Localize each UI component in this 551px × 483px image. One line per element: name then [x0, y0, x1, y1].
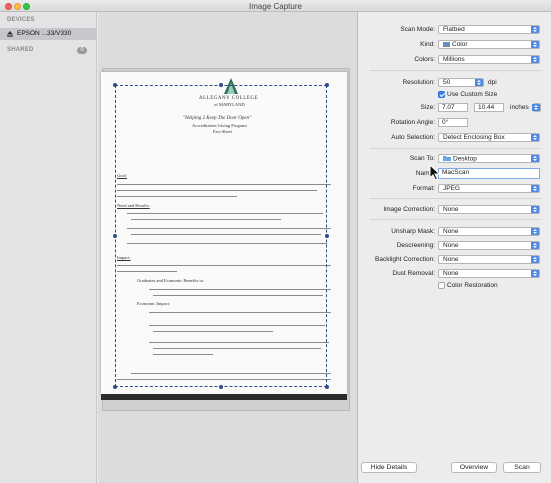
auto-selection-label: Auto Selection:	[391, 134, 435, 141]
popup-arrows-icon	[475, 79, 483, 86]
image-correction-label: Image Correction:	[383, 206, 435, 213]
size-unit-popup[interactable]	[532, 103, 541, 112]
resolution-combo[interactable]: 50	[438, 78, 484, 87]
dust-removal-label: Dust Removal:	[392, 270, 435, 277]
size-label: Size:	[420, 104, 435, 111]
popup-arrows-icon	[531, 56, 539, 63]
dust-removal-popup[interactable]: None	[438, 269, 540, 278]
popup-arrows-icon	[531, 228, 539, 235]
scan-to-label: Scan To:	[409, 155, 435, 162]
selection-handle-top-right[interactable]	[325, 83, 329, 87]
popup-arrows-icon	[531, 155, 539, 162]
rotation-angle-field[interactable]: 0°	[438, 118, 468, 127]
overview-button[interactable]: Overview	[451, 462, 497, 473]
color-restoration-checkbox[interactable]	[438, 282, 445, 289]
scanner-edge	[101, 394, 347, 400]
shared-count-badge: 0	[77, 47, 87, 54]
image-correction-popup[interactable]: None	[438, 205, 540, 214]
size-height-field[interactable]: 10.44	[474, 103, 504, 112]
popup-arrows-icon	[531, 41, 539, 48]
format-label: Format:	[412, 185, 435, 192]
popup-arrows-icon	[531, 256, 539, 263]
folder-icon	[443, 156, 451, 161]
selection-handle-right[interactable]	[325, 234, 329, 238]
selection-handle-bottom-right[interactable]	[325, 385, 329, 389]
resolution-label: Resolution:	[402, 79, 435, 86]
scan-to-popup[interactable]: Desktop	[438, 154, 540, 163]
window-title: Image Capture	[249, 2, 302, 11]
color-swatch-icon	[443, 41, 450, 47]
separator	[370, 219, 541, 220]
separator	[370, 148, 541, 149]
scan-mode-label: Scan Mode:	[400, 26, 435, 33]
devices-header: DEVICES	[7, 17, 35, 23]
color-restoration-label: Color Restoration	[447, 282, 498, 289]
popup-arrows-icon	[532, 104, 540, 111]
scan-mode-popup[interactable]: Flatbed	[438, 25, 540, 34]
scan-button[interactable]: Scan	[503, 462, 541, 473]
unsharp-mask-popup[interactable]: None	[438, 227, 540, 236]
eject-icon[interactable]	[6, 30, 14, 38]
hide-details-button[interactable]: Hide Details	[361, 462, 417, 473]
colors-label: Colors:	[414, 56, 435, 63]
use-custom-size-checkbox[interactable]	[438, 91, 445, 98]
popup-arrows-icon	[531, 206, 539, 213]
use-custom-size-label: Use Custom Size	[447, 91, 498, 98]
selection-handle-bottom[interactable]	[219, 385, 223, 389]
shared-header: SHARED	[7, 47, 34, 53]
popup-arrows-icon	[531, 26, 539, 33]
colors-popup[interactable]: Millions	[438, 55, 540, 64]
rotation-angle-label: Rotation Angle:	[390, 119, 435, 126]
separator	[370, 70, 541, 71]
kind-popup[interactable]: Color	[438, 40, 540, 49]
descreening-popup[interactable]: None	[438, 241, 540, 250]
popup-arrows-icon	[531, 185, 539, 192]
format-popup[interactable]: JPEG	[438, 184, 540, 193]
sidebar-item-scanner[interactable]: EPSON ...33/V330	[0, 28, 96, 40]
size-unit-label: inches	[510, 104, 529, 111]
selection-handle-left[interactable]	[113, 234, 117, 238]
backlight-correction-popup[interactable]: None	[438, 255, 540, 264]
resolution-unit: dpi	[488, 79, 497, 86]
mouse-pointer-icon	[429, 164, 441, 181]
selection-handle-bottom-left[interactable]	[113, 385, 117, 389]
unsharp-mask-label: Unsharp Mask:	[391, 228, 435, 235]
popup-arrows-icon	[531, 242, 539, 249]
title-bar: Image Capture	[0, 0, 551, 12]
selection-handle-top[interactable]	[219, 83, 223, 87]
auto-selection-popup[interactable]: Detect Enclosing Box	[438, 133, 540, 142]
sidebar: DEVICES EPSON ...33/V330 SHARED 0	[0, 12, 97, 483]
separator	[370, 198, 541, 199]
popup-arrows-icon	[531, 134, 539, 141]
selection-handle-top-left[interactable]	[113, 83, 117, 87]
size-width-field[interactable]: 7.07	[438, 103, 468, 112]
kind-label: Kind:	[420, 41, 435, 48]
descreening-label: Descreening:	[396, 242, 435, 249]
name-field[interactable]: MacScan	[438, 168, 540, 179]
device-name: EPSON ...33/V330	[17, 30, 72, 37]
popup-arrows-icon	[531, 270, 539, 277]
backlight-correction-label: Backlight Correction:	[375, 256, 435, 263]
scan-selection-box[interactable]	[115, 85, 327, 387]
